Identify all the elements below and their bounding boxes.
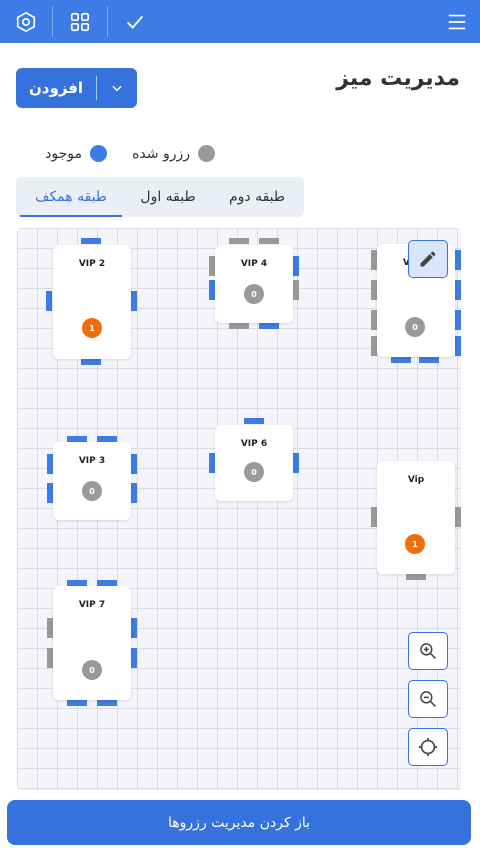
table-card[interactable]: Vip 1 bbox=[377, 461, 455, 574]
zoom-out-button[interactable] bbox=[408, 680, 448, 718]
tab-first-floor[interactable]: طبقه اول bbox=[126, 177, 210, 217]
table-name: VIP 6 bbox=[240, 439, 268, 449]
available-dot bbox=[90, 145, 107, 162]
topbar-divider bbox=[52, 6, 53, 37]
add-button-label: افزودن bbox=[28, 79, 84, 97]
seat[interactable] bbox=[81, 238, 101, 244]
grid-button[interactable] bbox=[54, 0, 106, 43]
seat[interactable] bbox=[229, 323, 249, 329]
zoom-in-icon bbox=[420, 643, 437, 660]
reservation-count-badge: 1 bbox=[405, 534, 425, 554]
seat[interactable] bbox=[455, 250, 461, 270]
reservation-count-badge: 0 bbox=[82, 481, 102, 501]
seat[interactable] bbox=[131, 454, 137, 474]
reservation-count-badge: 0 bbox=[244, 462, 264, 482]
open-reservations-button[interactable]: باز کردن مدیریت رزروها bbox=[7, 800, 471, 845]
table-name: VIP 4 bbox=[240, 259, 268, 269]
menu-button[interactable] bbox=[433, 0, 480, 43]
seat[interactable] bbox=[97, 700, 117, 706]
tab-ground-floor[interactable]: طبقه همکف bbox=[20, 177, 122, 217]
seat[interactable] bbox=[293, 280, 299, 300]
hexagon-settings-icon bbox=[16, 11, 36, 32]
legend-reserved-label: رزرو شده bbox=[132, 145, 190, 162]
seat[interactable] bbox=[67, 700, 87, 706]
reservation-count-badge: 0 bbox=[405, 317, 425, 337]
check-icon bbox=[127, 15, 144, 29]
crosshair-icon bbox=[418, 737, 438, 757]
seat[interactable] bbox=[406, 574, 426, 580]
table-card[interactable]: VIP 2 1 bbox=[53, 245, 131, 359]
seat[interactable] bbox=[81, 359, 101, 365]
reservation-count-badge: 1 bbox=[82, 318, 102, 338]
seat[interactable] bbox=[259, 323, 279, 329]
seat[interactable] bbox=[131, 618, 137, 638]
pencil-icon bbox=[420, 251, 436, 267]
reserved-dot bbox=[198, 145, 215, 162]
seat[interactable] bbox=[259, 238, 279, 244]
table-name: Vip bbox=[407, 475, 425, 485]
seat[interactable] bbox=[131, 291, 137, 311]
seat[interactable] bbox=[455, 507, 461, 527]
seat[interactable] bbox=[244, 418, 264, 424]
seat[interactable] bbox=[131, 483, 137, 503]
page-title: مدیریت میز bbox=[336, 66, 460, 91]
table-card[interactable]: VIP 6 0 bbox=[215, 425, 293, 501]
top-bar bbox=[0, 0, 480, 43]
seat[interactable] bbox=[229, 238, 249, 244]
legend-available-label: موجود bbox=[45, 145, 82, 162]
reservation-count-badge: 0 bbox=[82, 660, 102, 680]
seat[interactable] bbox=[131, 648, 137, 668]
confirm-button[interactable] bbox=[109, 0, 161, 43]
seat[interactable] bbox=[293, 453, 299, 473]
seat[interactable] bbox=[455, 336, 461, 356]
zoom-in-button[interactable] bbox=[408, 632, 448, 670]
seat[interactable] bbox=[419, 357, 439, 363]
edit-button[interactable] bbox=[408, 240, 448, 278]
settings-button[interactable] bbox=[0, 0, 52, 43]
seat[interactable] bbox=[293, 256, 299, 276]
table-card[interactable]: VIP 3 0 bbox=[53, 442, 131, 520]
table-name: VIP 2 bbox=[78, 259, 106, 269]
tab-second-floor[interactable]: طبقه دوم bbox=[212, 177, 302, 217]
table-card[interactable]: VIP 4 0 bbox=[215, 245, 293, 323]
table-card[interactable]: VIP 7 0 bbox=[53, 586, 131, 700]
grid-icon bbox=[70, 12, 90, 31]
hamburger-menu-icon bbox=[448, 14, 465, 29]
floor-tabs: طبقه همکف طبقه اول طبقه دوم bbox=[16, 177, 304, 217]
seat[interactable] bbox=[455, 280, 461, 300]
table-name: VIP 3 bbox=[78, 456, 106, 466]
seat[interactable] bbox=[391, 357, 411, 363]
zoom-out-icon bbox=[420, 691, 437, 708]
seat[interactable] bbox=[455, 310, 461, 330]
topbar-divider bbox=[107, 6, 108, 37]
floor-plan[interactable]: VIP 2 1 VIP 4 0 VIP 5 0 VIP 3 0 VIP 6 0 bbox=[17, 228, 461, 790]
seat[interactable] bbox=[46, 291, 52, 311]
table-name: VIP 7 bbox=[78, 600, 106, 610]
add-dropdown-toggle[interactable] bbox=[97, 68, 137, 108]
legend-reserved: رزرو شده bbox=[132, 145, 215, 162]
add-button[interactable]: افزودن bbox=[16, 68, 137, 108]
reservation-count-badge: 0 bbox=[244, 284, 264, 304]
chevron-down-icon bbox=[112, 85, 122, 92]
legend-available: موجود bbox=[45, 145, 107, 162]
recenter-button[interactable] bbox=[408, 728, 448, 766]
